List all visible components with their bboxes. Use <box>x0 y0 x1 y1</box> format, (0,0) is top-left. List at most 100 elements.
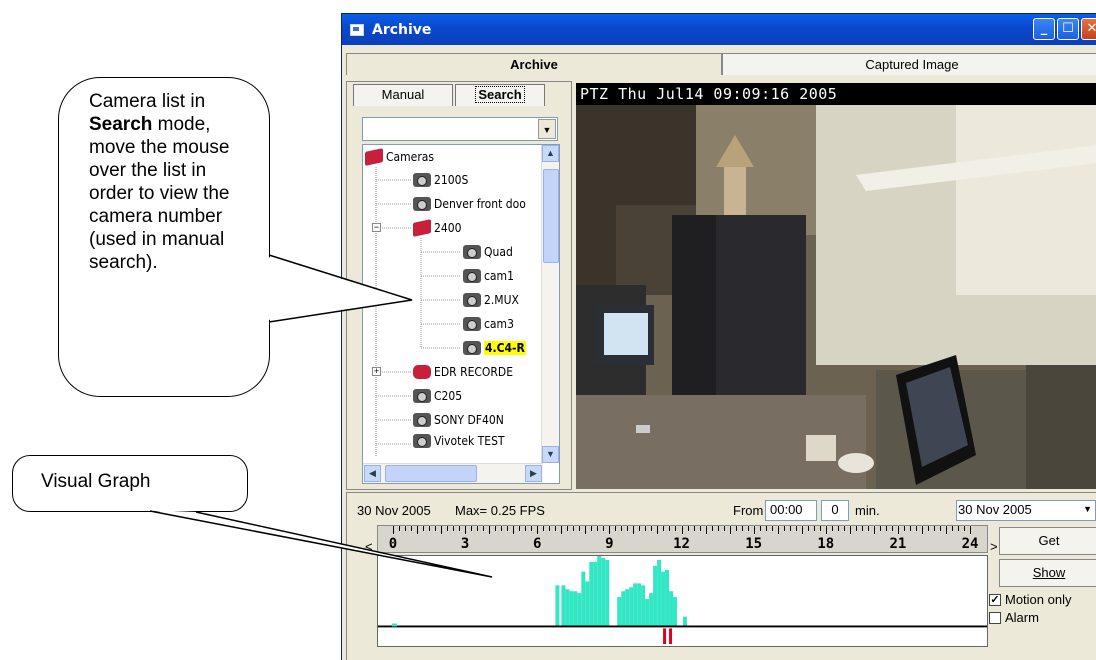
close-icon[interactable]: ✕ <box>1081 18 1096 40</box>
collapse-icon[interactable]: − <box>372 223 381 232</box>
camera-group-icon <box>413 219 431 237</box>
activity-bar <box>561 585 566 627</box>
ruler-tick <box>723 526 725 531</box>
activity-bar <box>653 565 658 627</box>
chevron-down-icon[interactable]: ▼ <box>538 119 556 139</box>
time-ruler[interactable]: 0 3 6 9 12 15 18 21 24 <box>377 525 988 553</box>
ruler-tick <box>873 526 875 534</box>
chevron-down-icon[interactable]: ▼ <box>1083 504 1092 514</box>
tree-label: 2100S <box>434 173 469 187</box>
ruler-tick <box>459 526 461 531</box>
tab-archive[interactable]: Archive <box>346 53 722 75</box>
tree-item[interactable]: 2.MUX <box>463 288 519 312</box>
scroll-thumb[interactable] <box>385 465 477 482</box>
ruler-tick <box>423 526 425 531</box>
ruler-tick <box>765 526 767 531</box>
tree-item-selected[interactable]: 4.C4-R <box>463 336 526 360</box>
ruler-tick <box>531 526 533 531</box>
tree-item[interactable]: Vivotek TEST <box>413 432 505 450</box>
window-controls: _ ☐ ✕ <box>1033 18 1096 40</box>
tree-item[interactable]: cam1 <box>463 264 514 288</box>
video-view[interactable]: PTZ Thu Jul14 09:09:16 2005 <box>576 83 1096 489</box>
activity-bar <box>593 561 598 627</box>
tree-item[interactable]: C205 <box>413 384 462 408</box>
ruler-tick <box>970 526 971 534</box>
ruler-tick <box>465 526 467 534</box>
ruler-tick <box>561 526 563 534</box>
callout-line: over the list in <box>89 160 207 181</box>
checkbox-box[interactable] <box>989 611 1001 624</box>
ruler-tick <box>891 526 893 531</box>
ruler-tick <box>657 526 659 534</box>
scroll-left-icon[interactable]: ◀ <box>364 465 381 482</box>
tree-item[interactable]: SONY DF40N <box>413 408 504 432</box>
scroll-right-icon[interactable]: ▶ <box>525 465 542 482</box>
ruler-tick <box>585 526 587 534</box>
title-bar[interactable]: Archive _ ☐ ✕ <box>342 14 1096 45</box>
activity-bar <box>625 589 630 627</box>
callout-line: (used in manual <box>89 229 225 250</box>
tree-item[interactable]: 2100S <box>413 168 468 192</box>
ruler-tick <box>471 526 473 531</box>
activity-bar <box>641 585 646 627</box>
expand-icon[interactable]: + <box>372 367 381 376</box>
camera-filter-dropdown[interactable]: ▼ <box>362 117 558 141</box>
tab-captured-image[interactable]: Captured Image <box>722 53 1096 75</box>
activity-bar <box>577 593 582 627</box>
camera-icon <box>413 434 431 448</box>
tree-item[interactable]: Quad <box>463 240 513 264</box>
ruler-tick <box>555 526 557 531</box>
activity-bar <box>661 571 666 627</box>
tree-root[interactable]: Cameras <box>365 145 434 169</box>
tree-label: Cameras <box>386 150 434 164</box>
from-min-input[interactable]: 0 <box>821 500 849 521</box>
ruler-tick <box>549 526 551 531</box>
ruler-tick <box>651 526 653 531</box>
scroll-left-icon[interactable]: < <box>365 539 373 554</box>
vertical-scrollbar[interactable]: ▲ ▼ <box>541 145 559 463</box>
tree-item[interactable]: Denver front doo <box>413 192 526 216</box>
ruler-tick <box>579 526 581 531</box>
from-time-input[interactable]: 00:00 <box>765 500 817 521</box>
get-button[interactable]: Get <box>999 527 1096 555</box>
ruler-tick <box>687 526 689 531</box>
ruler-tick <box>747 526 749 531</box>
activity-bar <box>601 557 606 627</box>
tab-search[interactable]: Search <box>455 84 545 106</box>
show-button[interactable]: Show <box>999 559 1096 587</box>
scroll-right-icon[interactable]: > <box>990 539 998 554</box>
ruler-tick <box>627 526 629 531</box>
minimize-icon[interactable]: _ <box>1033 18 1055 40</box>
callout-line: order to view the <box>89 183 230 204</box>
activity-graph[interactable] <box>377 555 988 647</box>
maximize-icon[interactable]: ☐ <box>1057 18 1079 40</box>
ruler-tick <box>801 526 803 534</box>
scroll-down-icon[interactable]: ▼ <box>542 446 559 463</box>
ruler-tick <box>705 526 707 534</box>
scroll-up-icon[interactable]: ▲ <box>542 145 559 162</box>
ruler-tick <box>825 526 827 534</box>
ruler-label: 15 <box>745 536 763 552</box>
tree-item[interactable]: cam3 <box>463 312 514 336</box>
app-icon <box>350 23 364 36</box>
camera-icon <box>463 293 481 307</box>
alarm-checkbox[interactable]: Alarm <box>989 610 1039 625</box>
ruler-tick <box>963 526 965 531</box>
checkbox-box[interactable]: ✓ <box>989 593 1001 606</box>
activity-bar <box>617 597 622 627</box>
ruler-tick <box>927 526 929 531</box>
horizontal-scrollbar[interactable]: ◀ ▶ <box>363 463 543 483</box>
camera-list-callout: Camera list in Search mode, move the mou… <box>58 77 270 397</box>
ruler-tick <box>909 526 911 531</box>
ruler-tick <box>417 526 419 534</box>
tab-manual[interactable]: Manual <box>353 84 453 106</box>
ruler-tick <box>921 526 923 534</box>
ruler-tick <box>519 526 521 531</box>
motion-only-checkbox[interactable]: ✓ Motion only <box>989 592 1071 607</box>
tree-item[interactable]: 2400 <box>413 216 461 240</box>
tree-item[interactable]: EDR RECORDE <box>413 360 513 384</box>
date-select[interactable]: 30 Nov 2005 ▼ <box>956 500 1096 521</box>
scroll-thumb[interactable] <box>543 169 559 263</box>
ruler-tick <box>837 526 839 531</box>
ruler-tick <box>699 526 701 531</box>
